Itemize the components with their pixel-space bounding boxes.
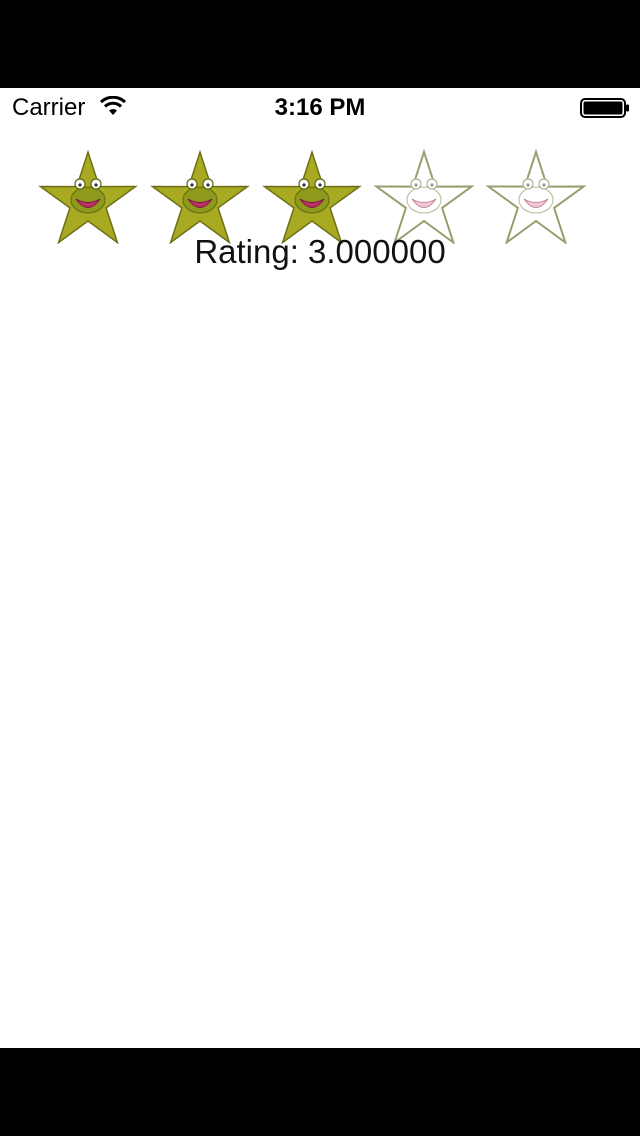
status-bar: Carrier 3:16 PM [0, 88, 640, 128]
rating-star-3[interactable] [260, 144, 364, 244]
rating-star-4[interactable] [372, 144, 476, 244]
frog-star-filled-icon [38, 149, 138, 244]
status-time: 3:16 PM [274, 94, 366, 121]
frog-star-empty-icon [373, 148, 475, 244]
rating-star-1[interactable] [36, 144, 140, 244]
bottom-letterbox [0, 1048, 640, 1136]
rating-star-2[interactable] [148, 144, 252, 244]
top-letterbox [0, 0, 640, 88]
frog-star-empty-icon [485, 148, 587, 244]
frog-star-filled-icon [150, 149, 250, 244]
battery-icon [580, 98, 629, 118]
frog-star-filled-icon [262, 149, 362, 244]
rating-star-5[interactable] [484, 144, 588, 244]
app-screen: Carrier 3:16 PM Rating: 3.000000 [0, 88, 640, 1048]
rating-value-label: Rating: 3.000000 [194, 233, 446, 270]
star-rating-control[interactable] [36, 144, 604, 244]
